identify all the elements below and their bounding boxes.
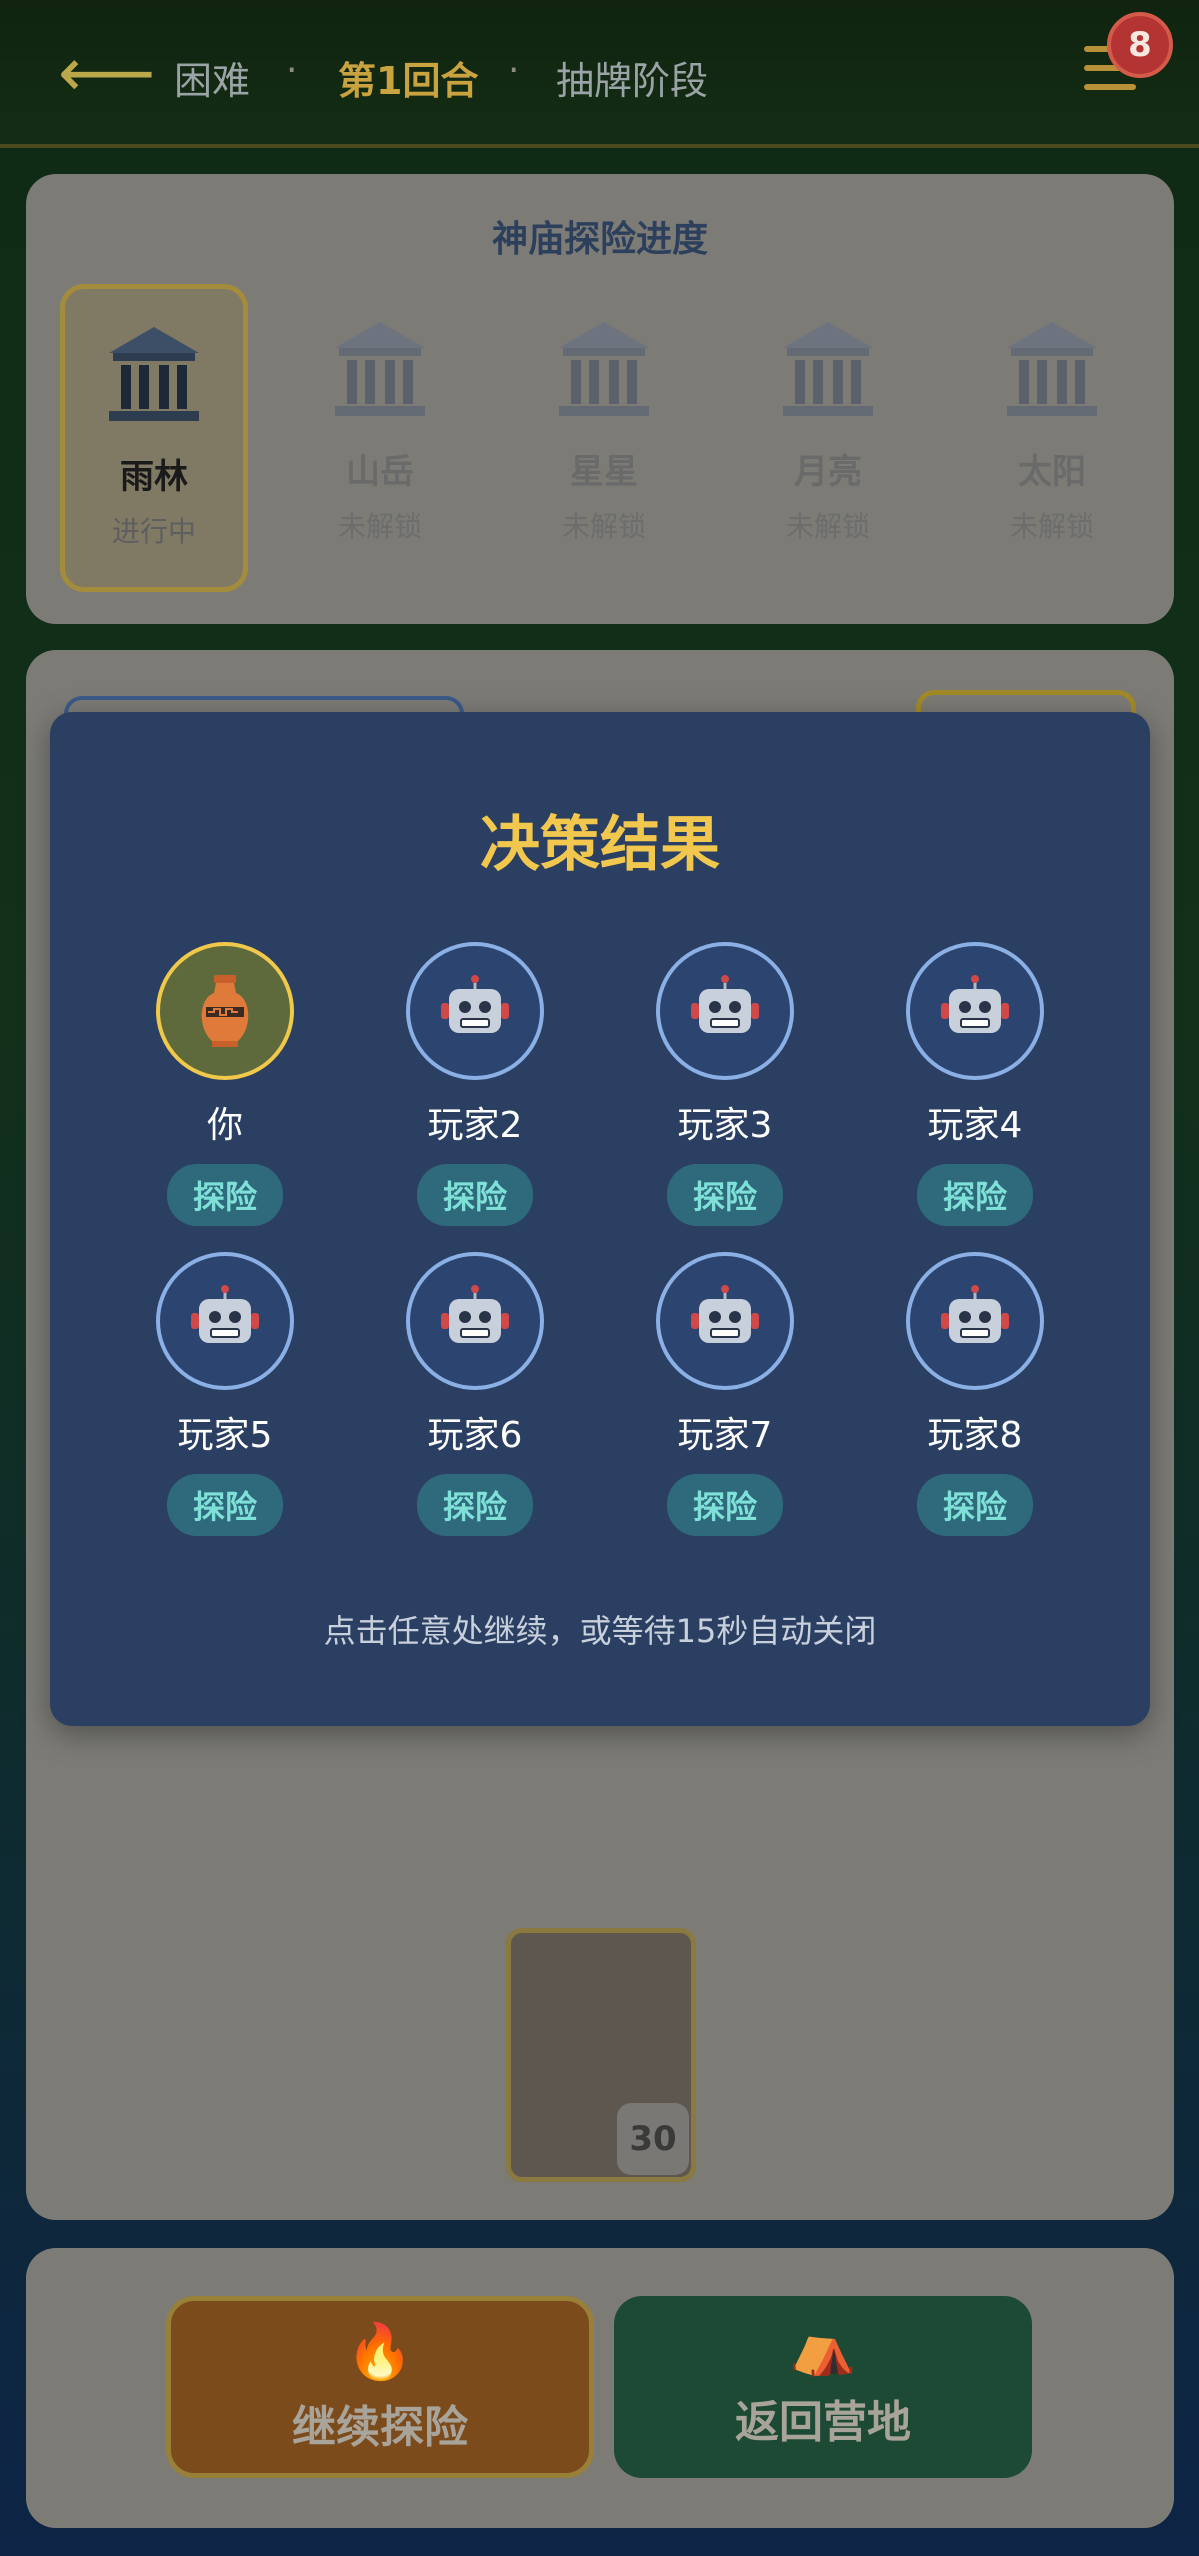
player-card: 玩家7 探险 <box>625 1252 825 1536</box>
player-name: 玩家8 <box>927 1415 1023 1456</box>
robot-avatar-icon <box>156 1252 294 1390</box>
player-card: 玩家6 探险 <box>375 1252 575 1536</box>
robot-avatar-icon <box>656 942 794 1080</box>
decision-result-modal[interactable]: 决策结果 你 探险 玩家2 探险 玩家3 探险 玩家4 探险 玩家5 探险 玩家… <box>50 712 1150 1726</box>
decision-badge: 探险 <box>916 1474 1033 1536</box>
player-name: 玩家3 <box>677 1105 773 1146</box>
decision-badge: 探险 <box>166 1474 283 1536</box>
player-name: 玩家6 <box>427 1415 523 1456</box>
modal-title: 决策结果 <box>480 810 720 880</box>
decision-badge: 探险 <box>416 1474 533 1536</box>
player-card: 玩家3 探险 <box>625 942 825 1226</box>
player-card: 玩家5 探险 <box>125 1252 325 1536</box>
robot-avatar-icon <box>906 942 1044 1080</box>
player-card: 玩家4 探险 <box>875 942 1075 1226</box>
decision-badge: 探险 <box>666 1164 783 1226</box>
decision-badge: 探险 <box>416 1164 533 1226</box>
player-name: 玩家4 <box>927 1105 1023 1146</box>
player-name: 玩家2 <box>427 1105 523 1146</box>
player-name: 玩家5 <box>177 1415 273 1456</box>
player-card: 你 探险 <box>125 942 325 1226</box>
robot-avatar-icon <box>406 942 544 1080</box>
player-card: 玩家8 探险 <box>875 1252 1075 1536</box>
player-name: 你 <box>206 1105 243 1146</box>
decision-badge: 探险 <box>666 1474 783 1536</box>
player-card: 玩家2 探险 <box>375 942 575 1226</box>
robot-avatar-icon <box>406 1252 544 1390</box>
decision-badge: 探险 <box>916 1164 1033 1226</box>
robot-avatar-icon <box>656 1252 794 1390</box>
decision-badge: 探险 <box>166 1164 283 1226</box>
player-name: 玩家7 <box>677 1415 773 1456</box>
robot-avatar-icon <box>906 1252 1044 1390</box>
modal-hint: 点击任意处继续，或等待15秒自动关闭 <box>323 1612 877 1650</box>
vase-avatar-icon <box>156 942 294 1080</box>
